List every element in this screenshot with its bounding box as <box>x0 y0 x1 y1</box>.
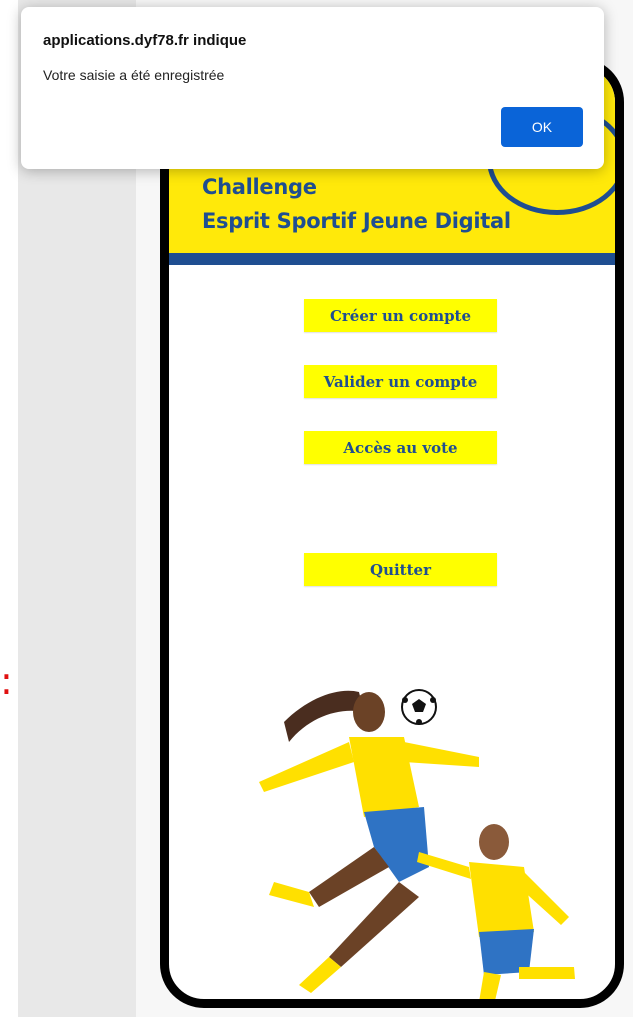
app-title-line1: Challenge <box>202 175 317 199</box>
phone-frame: Challenge Esprit Sportif Jeune Digital C… <box>160 58 624 1008</box>
vote-access-button[interactable]: Accès au vote <box>304 431 497 464</box>
create-account-button[interactable]: Créer un compte <box>304 299 497 332</box>
man-player <box>417 824 575 999</box>
soccer-ball-icon <box>401 689 437 725</box>
alert-dialog: applications.dyf78.fr indique Votre sais… <box>21 7 604 169</box>
ok-button[interactable]: OK <box>501 107 583 147</box>
red-glyph-fragment: : <box>0 659 13 703</box>
dialog-message: Votre saisie a été enregistrée <box>43 67 225 83</box>
quit-button[interactable]: Quitter <box>304 553 497 586</box>
header-stripe <box>169 253 615 265</box>
footballers-illustration <box>259 689 575 999</box>
validate-account-button[interactable]: Valider un compte <box>304 365 497 398</box>
woman-player <box>259 690 479 993</box>
dialog-title: applications.dyf78.fr indique <box>43 32 247 49</box>
app-title-line2: Esprit Sportif Jeune Digital <box>202 209 511 233</box>
